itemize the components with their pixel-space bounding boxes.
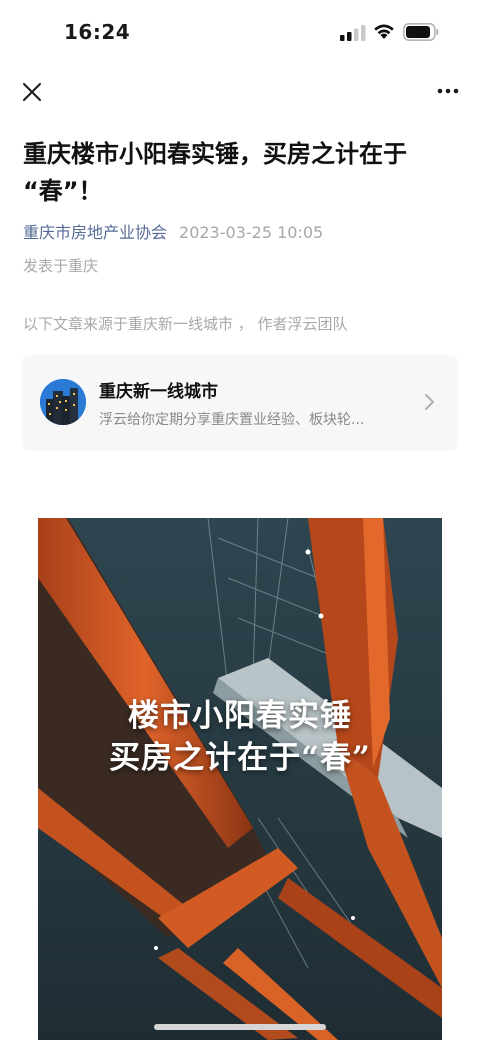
bridge-photo [38,518,442,1040]
article-page: 16:24 重庆楼市小阳春实锤，买房之计在于 “春”！ 重庆市房地产业协会 20… [0,0,480,1040]
close-button[interactable] [18,78,46,106]
article-title-line2: “春”！ [23,177,103,205]
cover-caption-line1: 楼市小阳春实锤 [128,698,352,734]
article-meta: 重庆市房地产业协会 2023-03-25 10:05 [23,221,323,245]
article-title-line1: 重庆楼市小阳春实锤，买房之计在于 [23,140,407,168]
publish-date: 2023-03-25 10:05 [179,223,324,242]
source-note: 以下文章来源于重庆新一线城市 ， 作者浮云团队 [23,315,348,333]
status-bar: 16:24 [0,0,480,66]
cover-caption-line2: 买房之计在于“春” [109,740,371,776]
battery-icon [403,23,439,41]
account-name-link[interactable]: 重庆市房地产业协会 [23,223,167,242]
status-time: 16:24 [64,20,131,44]
source-account-avatar [40,379,86,425]
wifi-icon [374,24,394,39]
publish-location: 发表于重庆 [23,257,99,275]
chevron-right-icon [425,394,434,410]
more-button[interactable] [432,80,464,102]
article-title: 重庆楼市小阳春实锤，买房之计在于 “春”！ [23,136,453,210]
source-account-name: 重庆新一线城市 [99,382,218,402]
more-icon [437,88,459,94]
source-account-description: 浮云给你定期分享重庆置业经验、板块轮... [99,412,365,428]
source-account-card[interactable]: 重庆新一线城市 浮云给你定期分享重庆置业经验、板块轮... [22,355,458,451]
cover-image[interactable]: 楼市小阳春实锤 买房之计在于“春” [38,518,442,1040]
close-icon [23,83,41,101]
home-indicator[interactable] [154,1024,326,1030]
signal-icon [340,25,366,41]
